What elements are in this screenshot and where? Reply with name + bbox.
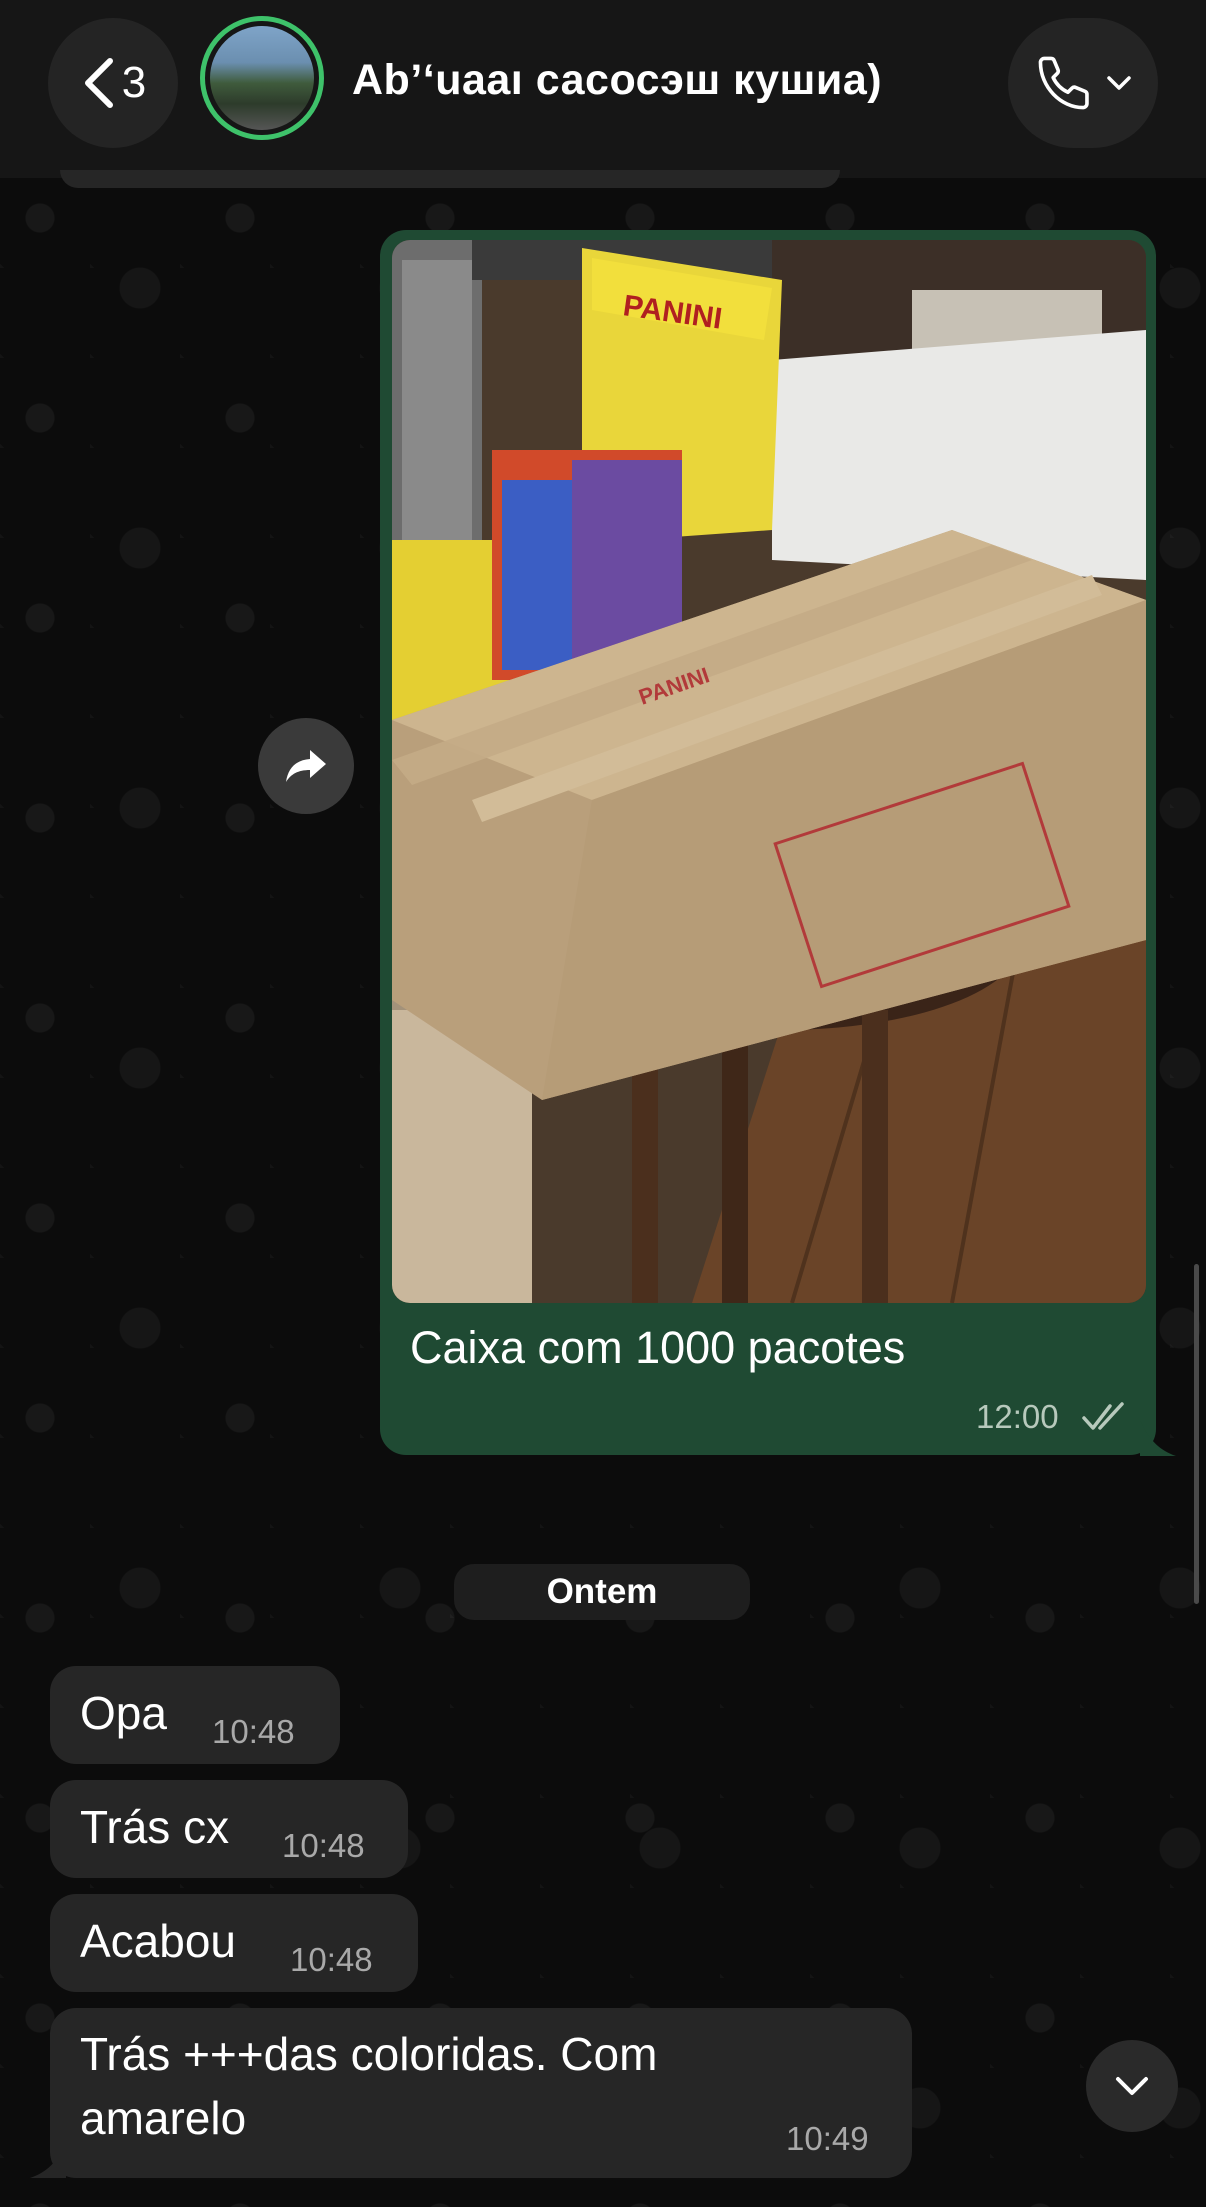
unread-count: 3 <box>121 58 147 107</box>
message-time: 12:00 <box>976 1398 1059 1435</box>
chat-header: 3 Ab’ʻuааı сасосэш кушиа) <box>0 0 1206 178</box>
message-text: Opa <box>80 1687 167 1739</box>
chevron-down-icon <box>1116 2077 1148 2095</box>
message-text-line2: amarelo <box>80 2092 247 2144</box>
chevron-down-icon <box>1107 76 1131 90</box>
date-separator: Ontem <box>454 1564 750 1620</box>
chevron-left-icon <box>84 58 113 108</box>
scroll-to-bottom-button[interactable] <box>1086 2040 1178 2132</box>
message-caption: Caixa com 1000 pacotes <box>410 1322 906 1373</box>
message-text: Trás cx <box>80 1801 230 1853</box>
call-button[interactable] <box>1008 18 1158 148</box>
contact-avatar[interactable] <box>200 16 324 140</box>
message-time: 10:48 <box>290 1941 373 1978</box>
avatar-photo <box>210 26 314 130</box>
attached-photo[interactable]: PANINI PANINI <box>392 240 1146 1303</box>
message-time: 10:48 <box>282 1827 365 1864</box>
photo-content: PANINI PANINI <box>392 240 1146 1303</box>
contact-name[interactable]: Ab’ʻuааı сасосэш кушиа) <box>352 56 882 105</box>
message-time: 10:48 <box>212 1713 295 1750</box>
message-text: Acabou <box>80 1915 237 1967</box>
message-time: 10:49 <box>786 2120 869 2157</box>
scrollbar[interactable] <box>1194 1264 1199 1604</box>
back-button[interactable]: 3 <box>48 18 178 148</box>
bubble-tail <box>30 2144 66 2178</box>
forward-arrow-icon <box>286 750 326 782</box>
bubble-tail <box>1140 1420 1176 1456</box>
phone-icon <box>1038 56 1089 110</box>
double-check-icon <box>1082 1402 1124 1430</box>
message-text-line1: Trás +++das coloridas. Com <box>80 2028 658 2080</box>
forward-button[interactable] <box>258 718 354 814</box>
previous-message-edge <box>60 170 840 188</box>
